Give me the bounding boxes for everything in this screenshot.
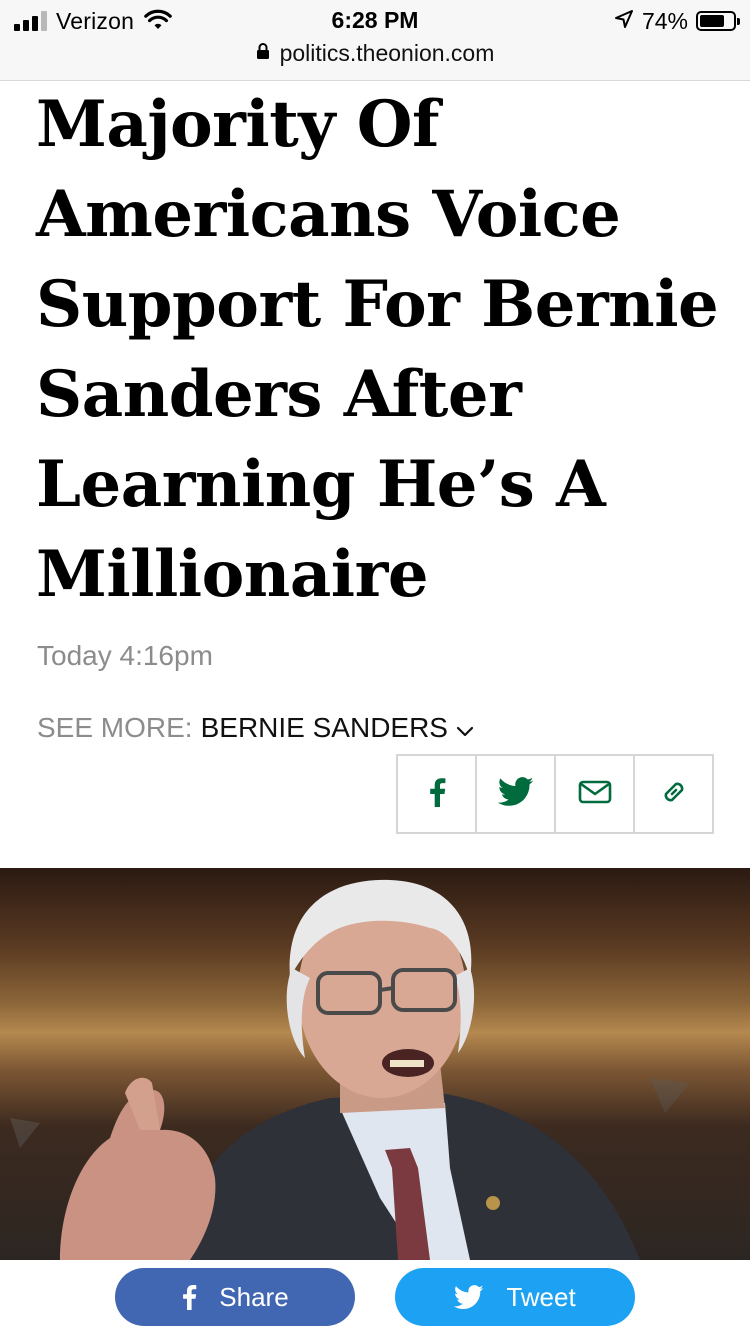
- url-text: politics.theonion.com: [279, 40, 495, 66]
- article-headline: Majority Of Americans Voice Support For …: [36, 87, 719, 612]
- status-right: 74%: [614, 7, 740, 34]
- email-icon: [578, 780, 612, 809]
- article-hero-image: [0, 868, 750, 1260]
- location-arrow-icon: [614, 9, 634, 34]
- twitter-tweet-pill-button[interactable]: Tweet: [395, 1268, 635, 1326]
- lock-icon: [256, 39, 270, 66]
- link-icon: [658, 776, 690, 813]
- twitter-icon: [497, 776, 534, 812]
- twitter-share-button[interactable]: [477, 756, 556, 832]
- facebook-icon: [181, 1284, 197, 1310]
- facebook-share-pill-button[interactable]: Share: [115, 1268, 355, 1326]
- twitter-tweet-label: Tweet: [506, 1281, 576, 1312]
- facebook-icon: [428, 777, 446, 812]
- see-more-tag[interactable]: SEE MORE: BERNIE SANDERS: [37, 711, 474, 745]
- share-toolbar: [396, 754, 714, 834]
- battery-percent: 74%: [641, 7, 688, 34]
- facebook-share-label: Share: [219, 1281, 289, 1312]
- article-timestamp: Today 4:16pm: [37, 640, 213, 671]
- email-share-button[interactable]: [556, 756, 635, 832]
- chevron-down-icon: [456, 713, 474, 745]
- battery-icon: [696, 11, 740, 31]
- copy-link-button[interactable]: [635, 756, 712, 832]
- see-more-label: SEE MORE:: [37, 712, 193, 743]
- twitter-icon: [454, 1284, 484, 1310]
- facebook-share-button[interactable]: [398, 756, 477, 832]
- page: Verizon 6:28 PM 74% politics.theonion.co…: [0, 0, 750, 1334]
- bottom-share-bar: Share Tweet: [0, 1260, 750, 1334]
- battery-fill: [700, 15, 724, 27]
- status-bar: Verizon 6:28 PM 74% politics.theonion.co…: [0, 0, 750, 81]
- see-more-tag-name: BERNIE SANDERS: [200, 712, 448, 743]
- address-bar[interactable]: politics.theonion.com: [0, 40, 750, 67]
